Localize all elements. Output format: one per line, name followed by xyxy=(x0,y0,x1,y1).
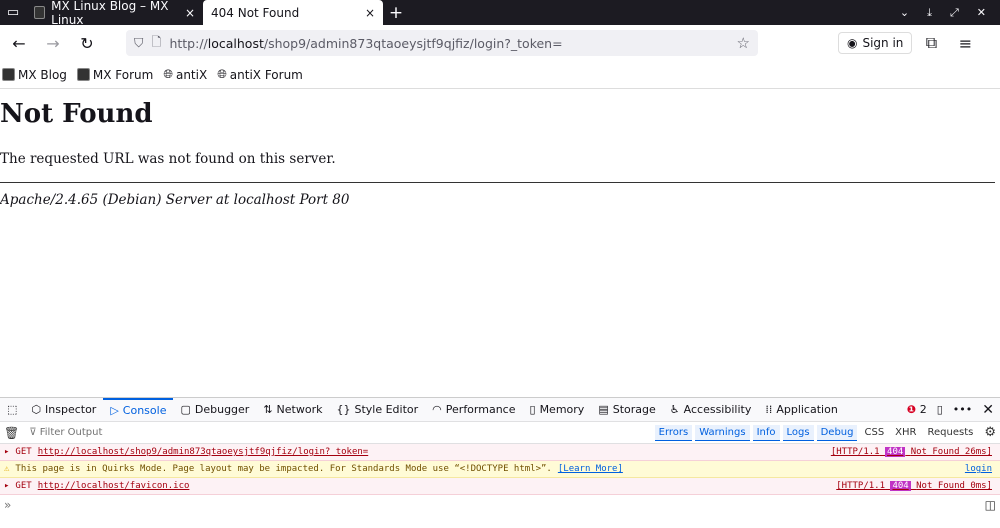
page-content: Not Found The requested URL was not foun… xyxy=(0,99,1000,208)
tab-404[interactable]: 404 Not Found × xyxy=(203,0,383,25)
divider xyxy=(0,182,995,183)
error-message: The requested URL was not found on this … xyxy=(0,151,336,167)
trash-icon[interactable]: 🗑︎ xyxy=(4,426,19,440)
expand-arrow-icon[interactable]: ▸ xyxy=(4,447,9,457)
dock-icon[interactable]: ▯ xyxy=(937,403,943,416)
bookmark-antix-forum[interactable]: 🌐︎ antiX Forum xyxy=(217,67,303,82)
bookmark-mx-blog[interactable]: MX Blog xyxy=(2,68,67,82)
status-link[interactable]: [HTTP/1.1 404 Not Found 26ms] xyxy=(831,447,992,457)
extensions-icon[interactable]: ⧉ xyxy=(916,33,946,53)
console-message-warning: ⚠ This page is in Quirks Mode. Page layou… xyxy=(0,461,1000,478)
more-options-icon[interactable]: ••• xyxy=(953,403,972,416)
prompt-chevron-icon: » xyxy=(4,498,12,512)
sidebar-toggle-icon[interactable]: ◫ xyxy=(985,498,996,512)
settings-gear-icon[interactable]: ⚙ xyxy=(980,425,1000,440)
sign-in-label: Sign in xyxy=(862,36,904,50)
error-icon: ❶ xyxy=(906,403,917,416)
warning-icon: ⚠ xyxy=(4,464,10,474)
tab-console[interactable]: ▷ Console xyxy=(103,397,174,422)
tab-list-icon[interactable]: ▭ xyxy=(0,5,26,20)
filter-info[interactable]: Info xyxy=(752,424,780,441)
devtools-tabs: ⬚ ⬡ Inspector ▷ Console ▢ Debugger ⇅ Net… xyxy=(0,397,1000,422)
bookmark-mx-forum[interactable]: MX Forum xyxy=(76,68,153,82)
console-message-error[interactable]: ▸ GET http://localhost/shop9/admin873qtaoe… xyxy=(0,444,1000,461)
server-signature: Apache/2.4.65 (Debian) Server at localho… xyxy=(0,192,350,208)
url-bar[interactable]: ⛉ 🗋 http://localhost/shop9/admin873qtaoey… xyxy=(126,30,758,56)
back-button[interactable]: ← xyxy=(4,34,34,53)
page-icon: 🗋 xyxy=(151,33,162,49)
maximize-icon[interactable]: ⤢ xyxy=(950,6,959,20)
bookmarks-toolbar: MX Blog MX Forum 🌐︎ antiX 🌐︎ antiX Forum xyxy=(0,61,1000,89)
forward-button[interactable]: → xyxy=(38,34,68,53)
tab-inspector[interactable]: ⬡ Inspector xyxy=(24,398,103,422)
close-window-icon[interactable]: ✕ xyxy=(977,6,986,20)
account-icon: ◉ xyxy=(847,36,858,50)
globe-icon: 🌐︎ xyxy=(163,67,173,81)
bookmark-star-icon[interactable]: ☆ xyxy=(737,34,750,52)
reload-button[interactable]: ↻ xyxy=(72,34,102,53)
element-picker-icon[interactable]: ⬚ xyxy=(0,398,24,422)
filter-warnings[interactable]: Warnings xyxy=(695,424,750,441)
nav-bar: ← → ↻ ⛉ 🗋 http://localhost/shop9/admin873… xyxy=(0,25,1000,61)
mx-icon xyxy=(34,6,46,19)
tab-style-editor[interactable]: {} Style Editor xyxy=(329,398,425,422)
close-tab-icon[interactable]: × xyxy=(365,6,375,20)
menu-icon[interactable]: ≡ xyxy=(950,34,980,53)
filter-logs[interactable]: Logs xyxy=(782,424,814,441)
devtools-panel: ⬚ ⬡ Inspector ▷ Console ▢ Debugger ⇅ Net… xyxy=(0,397,1000,528)
status-link[interactable]: [HTTP/1.1 404 Not Found 0ms] xyxy=(836,481,992,491)
console-message-error[interactable]: ▸ GET http://localhost/favicon.ico [HTTP/1… xyxy=(0,478,1000,495)
sign-in-button[interactable]: ◉ Sign in xyxy=(838,32,913,54)
tab-accessibility[interactable]: ♿︎ Accessibility xyxy=(663,398,759,422)
tab-memory[interactable]: ▯ Memory xyxy=(523,398,592,422)
request-url-link[interactable]: http://localhost/favicon.ico xyxy=(38,481,190,491)
filter-debug[interactable]: Debug xyxy=(816,424,858,441)
error-count-badge[interactable]: ❶ 2 xyxy=(907,403,927,416)
close-tab-icon[interactable]: × xyxy=(185,6,195,20)
console-input[interactable]: » ◫ xyxy=(0,495,1000,515)
learn-more-link[interactable]: [Learn More] xyxy=(558,464,623,474)
tab-bar: ▭ MX Linux Blog – MX Linux × 404 Not Foun… xyxy=(0,0,1000,27)
filter-input[interactable]: ⊽ Filter Output xyxy=(29,427,102,438)
mx-icon xyxy=(2,68,15,81)
source-link[interactable]: login xyxy=(965,464,992,474)
minimize-icon[interactable]: ⤓ xyxy=(927,6,932,20)
filter-requests[interactable]: Requests xyxy=(924,427,978,438)
new-tab-button[interactable]: + xyxy=(383,3,409,23)
globe-icon: 🌐︎ xyxy=(217,67,227,81)
page-title: Not Found xyxy=(0,99,153,129)
close-devtools-icon[interactable]: ✕ xyxy=(982,402,994,418)
tab-application[interactable]: ⁞⁞ Application xyxy=(758,398,844,422)
filter-css[interactable]: CSS xyxy=(860,427,888,438)
expand-arrow-icon[interactable]: ▸ xyxy=(4,481,9,491)
tab-performance[interactable]: ◠ Performance xyxy=(425,398,522,422)
bookmark-antix[interactable]: 🌐︎ antiX xyxy=(163,67,207,82)
filter-xhr[interactable]: XHR xyxy=(891,427,920,438)
chevron-down-icon[interactable]: ⌄ xyxy=(900,6,909,20)
tab-mx-blog[interactable]: MX Linux Blog – MX Linux × xyxy=(26,0,203,27)
shield-icon[interactable]: ⛉ xyxy=(134,35,143,51)
filter-errors[interactable]: Errors xyxy=(654,424,693,441)
mx-icon xyxy=(76,68,90,81)
url-text: http://localhost/shop9/admin873qtaoeysjt… xyxy=(169,35,563,51)
tab-title: MX Linux Blog – MX Linux xyxy=(51,0,169,27)
tab-storage[interactable]: ▤ Storage xyxy=(591,398,662,422)
tab-network[interactable]: ⇅ Network xyxy=(256,398,329,422)
tab-debugger[interactable]: ▢ Debugger xyxy=(173,398,256,422)
request-url-link[interactable]: http://localhost/shop9/admin873qtaoeysjt… xyxy=(38,447,369,457)
console-toolbar: 🗑︎ ⊽ Filter Output Errors Warnings Info … xyxy=(0,422,1000,444)
tab-title: 404 Not Found xyxy=(211,5,300,20)
